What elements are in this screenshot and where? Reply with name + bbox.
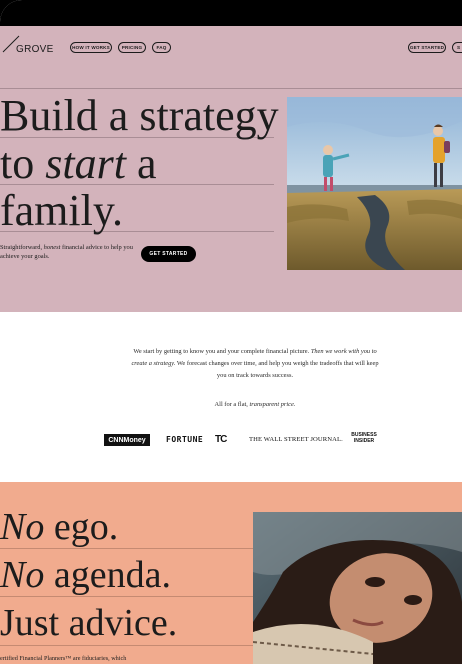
press-logos: CNNMoney FORTUNE TC THE WALL STREET JOUR… bbox=[0, 432, 462, 452]
values-headline-line1: No ego. bbox=[0, 506, 119, 548]
intro-paragraph: We start by getting to know you and your… bbox=[131, 348, 379, 379]
hero-headline-line3: family. bbox=[0, 186, 123, 235]
divider bbox=[0, 645, 253, 646]
pricing-note: All for a flat, transparent price. bbox=[214, 401, 296, 408]
business-insider-line2: INSIDER bbox=[353, 438, 375, 444]
hero-subtitle: Straightforward, honest financial advice… bbox=[0, 244, 133, 260]
hero-get-started-button[interactable]: GET STARTED bbox=[141, 246, 196, 262]
nav-faq[interactable]: FAQ bbox=[152, 42, 171, 53]
divider bbox=[0, 88, 462, 89]
divider bbox=[0, 596, 253, 597]
wsj-logo: THE WALL STREET JOURNAL. bbox=[249, 436, 343, 443]
divider bbox=[0, 548, 253, 549]
hero-photo-children-marsh bbox=[287, 97, 462, 270]
grove-logo[interactable]: GROVE bbox=[2, 30, 53, 56]
values-headline-line3: Just advice. bbox=[0, 602, 178, 644]
browser-viewport: GROVE HOW IT WORKS PRICING FAQ GET START… bbox=[0, 0, 462, 664]
values-headline-line2: No agenda. bbox=[0, 554, 171, 596]
nav-how-it-works[interactable]: HOW IT WORKS bbox=[70, 42, 112, 53]
hero-headline-line1: Build a strategy bbox=[0, 91, 279, 140]
business-insider-logo: BUSINESS INSIDER bbox=[347, 432, 381, 444]
nav-pricing[interactable]: PRICING bbox=[118, 42, 146, 53]
logo-text: GROVE bbox=[16, 44, 54, 55]
cnnmoney-logo: CNNMoney bbox=[104, 434, 150, 446]
techcrunch-logo: TC bbox=[215, 434, 227, 445]
nav-sign-in-button[interactable]: S bbox=[452, 42, 462, 53]
fortune-logo: FORTUNE bbox=[166, 435, 204, 444]
hero-headline-line2: to start a bbox=[0, 139, 157, 188]
nav-get-started-button[interactable]: GET STARTED bbox=[408, 42, 446, 53]
portrait-photo-woman bbox=[253, 512, 462, 664]
top-black-bar bbox=[0, 0, 462, 26]
values-fineprint: ertified Financial Planners™ are fiducia… bbox=[0, 655, 127, 662]
